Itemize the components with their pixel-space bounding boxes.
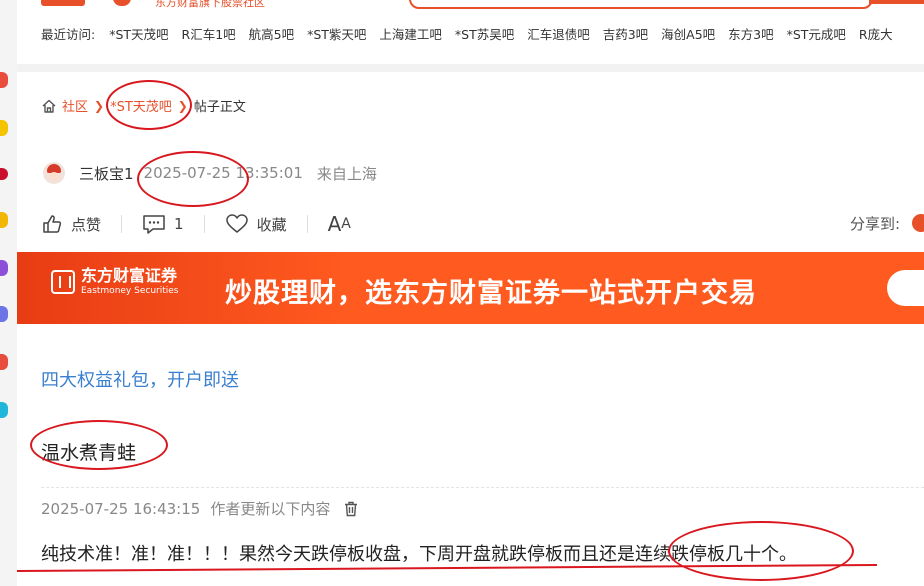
divider [121,215,123,233]
recent-bar-link[interactable]: *ST紫天吧 [307,27,366,42]
recent-bar-link[interactable]: R汇车1吧 [182,27,236,42]
author-name[interactable]: 三板宝1 [79,163,134,184]
comment-button[interactable]: 1 [142,213,184,235]
update-divider [41,487,924,488]
rail-app-icon[interactable] [0,402,8,418]
post-update-content: 纯技术准！准！准！！！果然今天跌停板收盘，下周开盘就跌停板而且还是连续跌停板几十… [41,544,797,565]
share-weibo-icon[interactable] [912,214,924,232]
font-size-toggle[interactable]: AA [328,212,351,236]
home-icon[interactable] [41,98,57,114]
rail-app-icon[interactable] [0,72,8,88]
post-title: 温水煮青蛙 [41,442,137,464]
recent-bar-link[interactable]: 海创A5吧 [661,27,715,42]
divider [203,215,205,233]
recent-bar-link[interactable]: *ST苏吴吧 [455,27,514,42]
recent-bar-link[interactable]: 航高5吧 [249,27,294,42]
rail-app-icon[interactable] [0,212,8,228]
site-header: 东方财富旗下股票社区 最近访问: *ST天茂吧 R汇车1吧 航高5吧 *ST紫天… [17,0,924,64]
post-card: 社区 ❯ *ST天茂吧 ❯ 帖子正文 三板宝1 2025-07-25 13:35… [17,72,924,586]
rail-app-icon[interactable] [0,168,8,180]
banner-brand: 东方财富证券 Eastmoney Securities [51,268,178,296]
like-button[interactable]: 点赞 [41,213,101,235]
site-subtitle: 东方财富旗下股票社区 [155,0,265,9]
search-input[interactable] [409,0,873,9]
post-actions: 点赞 1 收藏 AA 分享到: [41,211,924,237]
recent-bar-link[interactable]: 上海建工吧 [379,27,442,42]
brand-logo-icon [51,270,75,294]
share-label: 分享到: [849,215,900,233]
breadcrumb-bar-link[interactable]: *ST天茂吧 [110,96,172,115]
comment-icon [143,215,165,234]
banner-cta-button[interactable] [887,270,924,306]
divider [306,215,308,233]
favorite-label: 收藏 [256,215,287,234]
banner-slogan: 炒股理财，选东方财富证券一站式开户交易 [225,278,757,309]
ad-banner[interactable]: 东方财富证券 Eastmoney Securities 炒股理财，选东方财富证券… [17,252,924,324]
update-meta: 2025-07-25 16:43:15 作者更新以下内容 [41,498,358,519]
rail-app-icon[interactable] [0,260,8,276]
font-size-large-label: A [327,212,342,236]
breadcrumb-current: 帖子正文 [193,100,246,115]
like-label: 点赞 [71,215,102,234]
search-button[interactable] [869,0,924,4]
update-note: 作者更新以下内容 [210,500,331,518]
post-time: 2025-07-25 13:35:01 [143,164,303,182]
chevron-right-icon: ❯ [94,98,105,113]
comment-count: 1 [174,215,184,233]
recent-bar-link[interactable]: *ST元成吧 [787,27,846,42]
recent-bar-link[interactable]: 东方3吧 [728,27,773,42]
section-divider [17,64,924,72]
rail-app-icon[interactable] [0,120,8,136]
site-logo[interactable] [41,0,85,6]
breadcrumb-community-link[interactable]: 社区 [62,96,88,115]
promo-link[interactable]: 四大权益礼包，开户即送 [41,366,239,392]
avatar[interactable] [43,162,65,184]
rail-app-icon[interactable] [0,306,8,322]
favorite-button[interactable]: 收藏 [225,213,287,235]
site-logo-mark [113,0,131,6]
post-location: 来自上海 [316,164,377,183]
heart-icon [225,214,248,233]
brand-name-cn: 东方财富证券 [81,266,178,285]
rail-app-icon[interactable] [0,354,8,370]
thumbs-up-icon [43,215,62,233]
recent-visits-label: 最近访问: [41,27,96,42]
chevron-right-icon: ❯ [177,98,188,113]
left-rail [0,0,18,586]
recent-bar-link[interactable]: R庞大 [859,27,893,42]
brand-name-en: Eastmoney Securities [81,286,179,296]
breadcrumb: 社区 ❯ *ST天茂吧 ❯ 帖子正文 [41,96,246,115]
recent-bar-link[interactable]: 汇车退债吧 [527,27,590,42]
trash-icon[interactable] [344,501,358,517]
update-time: 2025-07-25 16:43:15 [41,499,201,518]
recent-bar-link[interactable]: 吉药3吧 [603,27,648,42]
recent-visits: 最近访问: *ST天茂吧 R汇车1吧 航高5吧 *ST紫天吧 上海建工吧 *ST… [41,24,902,43]
post-author-row: 三板宝1 2025-07-25 13:35:01 来自上海 [43,162,377,184]
recent-bar-link[interactable]: *ST天茂吧 [109,27,168,42]
font-size-small-label: A [341,216,351,232]
